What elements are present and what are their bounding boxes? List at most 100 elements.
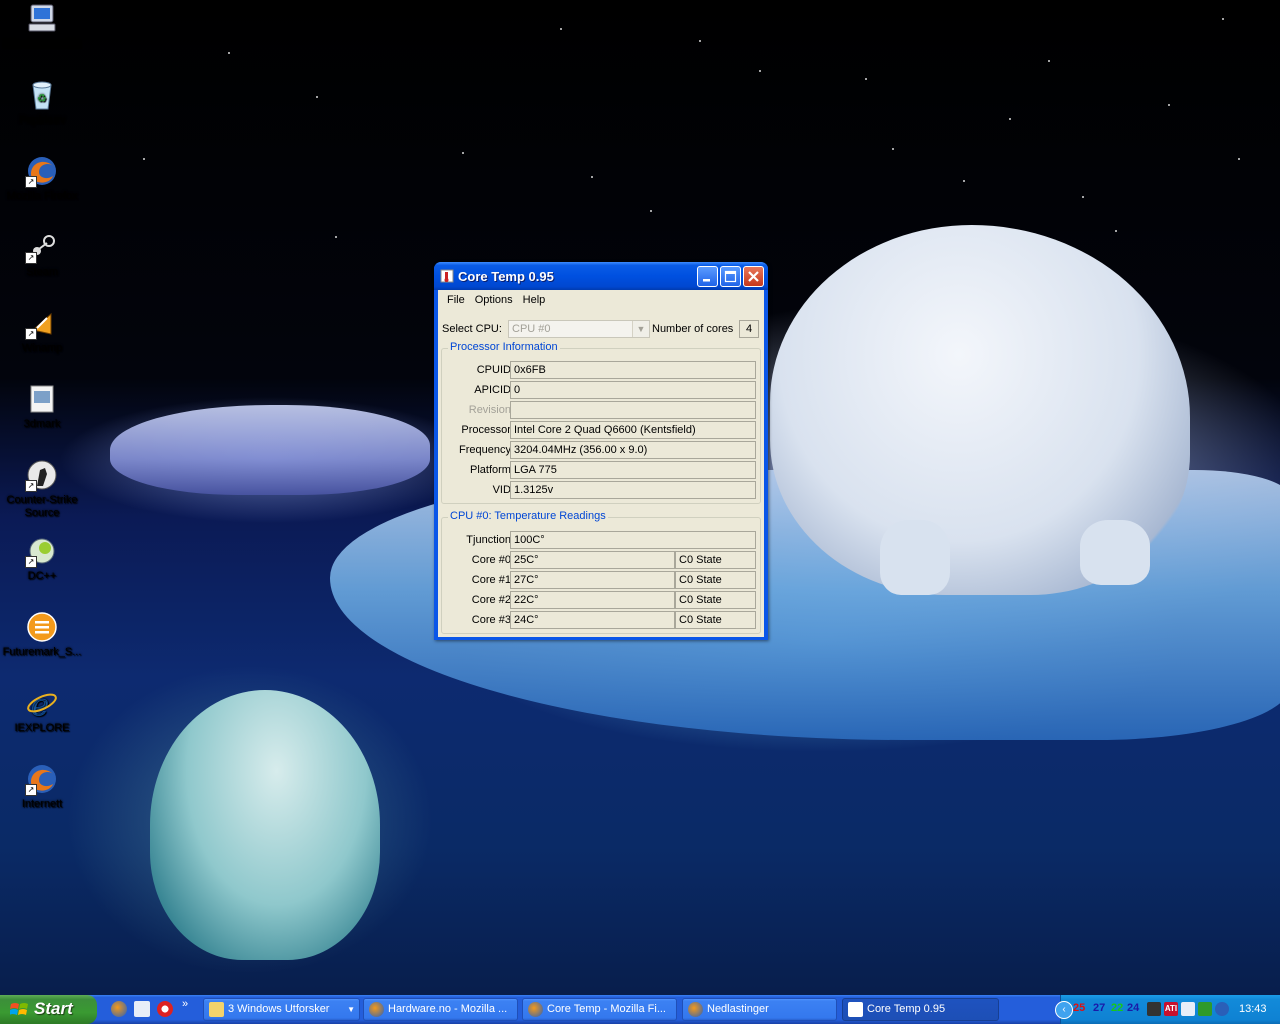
desktop-icon-3dmark[interactable]: 3dmark bbox=[0, 382, 84, 431]
polar-bear-cub-illustration bbox=[150, 690, 380, 960]
system-tray: ‹ 25 27 22 24 ATI 13:43 bbox=[1055, 995, 1280, 1024]
num-cores-label: Number of cores bbox=[652, 323, 734, 335]
desktop-icon-winamp[interactable]: ↗ Winamp bbox=[0, 306, 84, 355]
firefox-icon bbox=[369, 1002, 384, 1017]
desktop-icon-label: Steam bbox=[26, 266, 58, 278]
core2-row: Core #2: 22C° C0 State bbox=[442, 591, 762, 611]
desktop-icon-recycle-bin[interactable]: ♻ Papirkurv bbox=[0, 78, 84, 127]
temperature-group: CPU #0: Temperature Readings Tjunction: … bbox=[441, 510, 762, 634]
close-button[interactable] bbox=[743, 266, 764, 287]
clock[interactable]: 13:43 bbox=[1239, 1003, 1267, 1015]
desktop-icon-firefox[interactable]: ↗ Mozilla Firefox bbox=[0, 154, 84, 203]
apicid-value: 0 bbox=[510, 381, 756, 399]
tray-temp-core1[interactable]: 27 bbox=[1093, 1002, 1105, 1014]
maximize-button[interactable] bbox=[720, 266, 741, 287]
shortcut-arrow-icon: ↗ bbox=[25, 176, 37, 188]
svg-text:♻: ♻ bbox=[37, 93, 47, 105]
core-temp-window: Core Temp 0.95 File Options Help Select … bbox=[434, 262, 768, 640]
polar-bear-leg bbox=[1080, 520, 1150, 585]
taskbar-button-label: Core Temp 0.95 bbox=[867, 1003, 946, 1015]
steam-tray-icon[interactable] bbox=[1147, 1002, 1161, 1016]
menu-help[interactable]: Help bbox=[518, 294, 551, 306]
window-title: Core Temp 0.95 bbox=[458, 269, 554, 284]
start-button[interactable]: Start bbox=[0, 995, 97, 1024]
cpu-select-row: Select CPU: CPU #0 ▼ Number of cores 4 bbox=[442, 320, 760, 342]
firefox-icon: ↗ bbox=[25, 762, 59, 796]
tray-temp-core3[interactable]: 24 bbox=[1127, 1002, 1139, 1014]
core2-state: C0 State bbox=[675, 591, 756, 609]
tray-temp-core2[interactable]: 22 bbox=[1111, 1002, 1123, 1014]
core2-temp: 22C° bbox=[510, 591, 675, 609]
counter-strike-icon: ↗ bbox=[25, 458, 59, 492]
desktop-icon-steam[interactable]: ↗ Steam bbox=[0, 230, 84, 279]
tjunction-value: 100C° bbox=[510, 531, 756, 549]
polar-bear-leg bbox=[880, 520, 950, 595]
desktop-icon-label: DC++ bbox=[27, 570, 57, 582]
tjunction-label: Tjunction: bbox=[466, 534, 514, 546]
core3-temp: 24C° bbox=[510, 611, 675, 629]
coretemp-icon bbox=[848, 1002, 863, 1017]
revision-value bbox=[510, 401, 756, 419]
coretemp-app-icon bbox=[440, 269, 454, 283]
minimize-icon bbox=[703, 279, 710, 282]
minimize-button[interactable] bbox=[697, 266, 718, 287]
num-cores-value: 4 bbox=[739, 320, 759, 338]
desktop-icon-dcpp[interactable]: ↗ DC++ bbox=[0, 534, 84, 583]
menu-file[interactable]: File bbox=[442, 294, 470, 306]
desktop-icon-internett[interactable]: ↗ Internett bbox=[0, 762, 84, 811]
cpu-select-dropdown[interactable]: CPU #0 ▼ bbox=[508, 320, 650, 338]
quicklaunch-firefox-icon[interactable] bbox=[111, 1001, 127, 1017]
app-tray-icon[interactable] bbox=[1198, 1002, 1212, 1016]
revision-label: Revision: bbox=[468, 404, 514, 416]
taskbar-button-explorer[interactable]: 3 Windows Utforsker ▼ bbox=[203, 998, 360, 1021]
tray-temp-core0[interactable]: 25 bbox=[1073, 1002, 1085, 1014]
shortcut-arrow-icon: ↗ bbox=[25, 252, 37, 264]
desktop-icon-label: Internett bbox=[21, 798, 63, 810]
core1-row: Core #1: 27C° C0 State bbox=[442, 571, 762, 591]
chevron-down-icon[interactable]: ▼ bbox=[632, 321, 649, 337]
revision-row: Revision: bbox=[442, 401, 762, 421]
desktop-icon-futuremark[interactable]: Futuremark_S... bbox=[0, 610, 84, 659]
taskbar-button-label: Hardware.no - Mozilla ... bbox=[388, 1003, 508, 1015]
taskbar-button-nedlastinger[interactable]: Nedlastinger bbox=[682, 998, 837, 1021]
tray-expand-chevron-icon[interactable]: ‹ bbox=[1055, 1001, 1073, 1019]
menu-options[interactable]: Options bbox=[470, 294, 518, 306]
platform-label: Platform: bbox=[469, 464, 514, 476]
platform-row: Platform: LGA 775 bbox=[442, 461, 762, 481]
desktop-icon-internet-explorer[interactable]: e IEXPLORE bbox=[0, 686, 84, 735]
desktop-icon-label: Winamp bbox=[21, 342, 63, 354]
quicklaunch-overflow-icon[interactable]: » bbox=[182, 998, 188, 1010]
window-client-area: File Options Help Select CPU: CPU #0 ▼ N… bbox=[438, 290, 764, 637]
ati-tray-icon[interactable]: ATI bbox=[1164, 1002, 1178, 1016]
quicklaunch-app-icon[interactable] bbox=[157, 1001, 173, 1017]
desktop-icon-counter-strike[interactable]: ↗ Counter-Strike Source bbox=[0, 458, 84, 520]
taskbar-button-coretemp-firefox[interactable]: Core Temp - Mozilla Fi... bbox=[522, 998, 677, 1021]
firefox-icon bbox=[688, 1002, 703, 1017]
cpuid-label: CPUID: bbox=[476, 364, 514, 376]
window-titlebar[interactable]: Core Temp 0.95 bbox=[434, 262, 768, 290]
shortcut-arrow-icon: ↗ bbox=[25, 328, 37, 340]
core0-temp: 25C° bbox=[510, 551, 675, 569]
folder-icon bbox=[209, 1002, 224, 1017]
taskbar-button-hardware-no[interactable]: Hardware.no - Mozilla ... bbox=[363, 998, 518, 1021]
taskbar-button-coretemp[interactable]: Core Temp 0.95 bbox=[842, 998, 999, 1021]
apicid-label: APICID: bbox=[474, 384, 514, 396]
taskbar: Start » 3 Windows Utforsker ▼ Hardware.n… bbox=[0, 995, 1280, 1024]
core3-state: C0 State bbox=[675, 611, 756, 629]
menu-bar: File Options Help bbox=[438, 290, 764, 310]
app-tray-icon[interactable] bbox=[1215, 1002, 1229, 1016]
shortcut-arrow-icon: ↗ bbox=[25, 556, 37, 568]
ice-floe-small bbox=[110, 405, 430, 495]
desktop-icon-label: Papirkurv bbox=[18, 114, 66, 126]
svg-text:e: e bbox=[31, 688, 49, 720]
cpuid-row: CPUID: 0x6FB bbox=[442, 361, 762, 381]
desktop-icon-my-computer[interactable]: Min datamaskin bbox=[0, 2, 84, 51]
desktop-icon-label: Min datamaskin bbox=[3, 38, 81, 50]
temperature-group-title: CPU #0: Temperature Readings bbox=[448, 510, 608, 522]
quicklaunch-app-icon[interactable] bbox=[134, 1001, 150, 1017]
core1-temp: 27C° bbox=[510, 571, 675, 589]
core0-state: C0 State bbox=[675, 551, 756, 569]
frequency-value: 3204.04MHz (356.00 x 9.0) bbox=[510, 441, 756, 459]
processor-row: Processor: Intel Core 2 Quad Q6600 (Kent… bbox=[442, 421, 762, 441]
network-tray-icon[interactable] bbox=[1181, 1002, 1195, 1016]
